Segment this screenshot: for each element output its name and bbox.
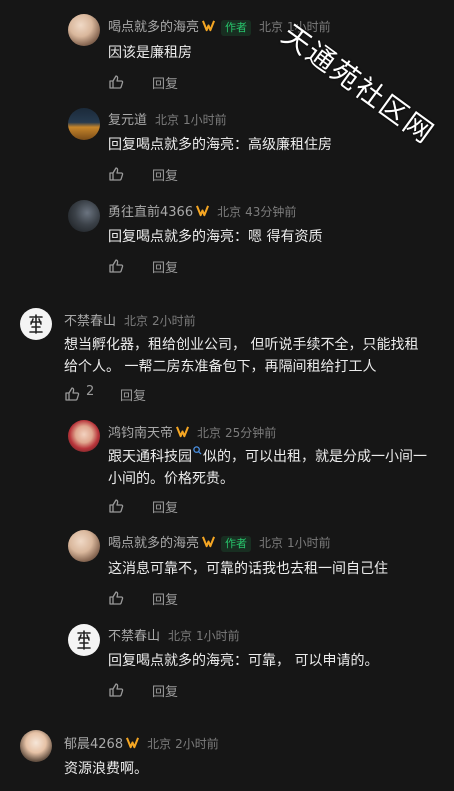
comment-text-line: 想当孵化器，租给创业公司， 但听说手续不全，只能找租 xyxy=(64,337,419,353)
timestamp: 2小时前 xyxy=(175,737,219,751)
location: 北京 xyxy=(124,314,149,328)
comment-text: 回复喝点就多的海亮：可靠， 可以申请的。 xyxy=(108,653,379,669)
comment-actions: 回复 xyxy=(108,590,208,608)
reply-comment: 勇往直前4366 北京 43分钟前 回复喝点就多的海亮：嗯 得有资质 回复 xyxy=(0,190,454,290)
avatar[interactable] xyxy=(68,530,100,562)
comment-header: 不禁春山 北京 2小时前 xyxy=(64,310,196,329)
thumbs-up-icon[interactable] xyxy=(108,74,124,90)
reply-button[interactable]: 回复 xyxy=(152,589,178,608)
timestamp: 1小时前 xyxy=(183,113,227,127)
avatar[interactable] xyxy=(20,308,52,340)
username[interactable]: 不禁春山 xyxy=(64,314,116,329)
location: 北京 xyxy=(259,20,284,34)
username[interactable]: 复元道 xyxy=(108,113,147,128)
thumbs-up-icon[interactable] xyxy=(108,258,124,274)
timestamp: 25分钟前 xyxy=(225,426,277,440)
avatar[interactable] xyxy=(68,200,100,232)
comment-header: 勇往直前4366 北京 43分钟前 xyxy=(108,201,296,220)
username[interactable]: 喝点就多的海亮 xyxy=(108,20,199,35)
timestamp: 2小时前 xyxy=(152,314,196,328)
reply-button[interactable]: 回复 xyxy=(152,73,178,92)
comment-text: 似的，可以出租，就是分成一小间一 xyxy=(203,449,427,465)
comment-text: 因该是廉租房 xyxy=(108,45,192,61)
comment-actions: 回复 xyxy=(108,166,208,184)
username[interactable]: 不禁春山 xyxy=(108,629,160,644)
comment-actions: 回复 xyxy=(108,682,208,700)
v-badge-icon xyxy=(202,536,216,548)
location: 北京 xyxy=(147,737,172,751)
thumbs-up-icon[interactable] xyxy=(108,498,124,514)
comment-actions: 2 回复 xyxy=(64,384,184,404)
location: 北京 xyxy=(197,426,222,440)
author-badge: 作者 xyxy=(221,536,252,552)
comment-header: 喝点就多的海亮 作者 北京 1小时前 xyxy=(108,532,331,552)
reply-button[interactable]: 回复 xyxy=(152,257,178,276)
reply-button[interactable]: 回复 xyxy=(120,385,146,404)
calligraphy-avatar-icon xyxy=(29,314,43,334)
thumbs-up-icon[interactable] xyxy=(64,386,80,402)
avatar[interactable] xyxy=(68,108,100,140)
reply-button[interactable]: 回复 xyxy=(152,165,178,184)
comment-text-line: 给个人。 一帮二房东准备包下，再隔间租给打工人 xyxy=(64,359,377,375)
like-count: 2 xyxy=(86,384,95,399)
location: 北京 xyxy=(217,205,242,219)
reply-button[interactable]: 回复 xyxy=(152,497,178,516)
comment-header: 郁晨4268 北京 2小时前 xyxy=(64,733,219,752)
reply-comment: 不禁春山 北京 1小时前 回复喝点就多的海亮：可靠， 可以申请的。 回复 xyxy=(0,620,454,710)
linked-term[interactable]: 跟天通科技园 xyxy=(108,449,192,465)
author-badge: 作者 xyxy=(221,20,252,36)
comment-actions: 回复 xyxy=(108,74,208,92)
calligraphy-avatar-icon xyxy=(77,630,91,650)
search-icon[interactable] xyxy=(193,446,202,455)
avatar[interactable] xyxy=(68,420,100,452)
comment-text-line: 跟天通科技园 似的，可以出租，就是分成一小间一 xyxy=(108,446,427,468)
username[interactable]: 勇往直前4366 xyxy=(108,205,193,220)
thumbs-up-icon[interactable] xyxy=(108,166,124,182)
comment: 不禁春山 北京 2小时前 想当孵化器，租给创业公司， 但听说手续不全，只能找租 给个… xyxy=(0,300,454,410)
v-badge-icon xyxy=(202,20,216,32)
reply-comment: 鸿钧南天帝 北京 25分钟前 跟天通科技园 似的，可以出租，就是分成一小间一 小间的。… xyxy=(0,410,454,520)
comment-header: 鸿钧南天帝 北京 25分钟前 xyxy=(108,422,276,441)
comment-text: 这消息可靠不，可靠的话我也去租一间自己住 xyxy=(108,561,388,577)
reply-comment: 喝点就多的海亮 作者 北京 1小时前 这消息可靠不，可靠的话我也去租一间自己住 回复 xyxy=(0,520,454,620)
comment-actions: 回复 xyxy=(108,498,208,516)
thumbs-up-icon[interactable] xyxy=(108,682,124,698)
username[interactable]: 喝点就多的海亮 xyxy=(108,536,199,551)
location: 北京 xyxy=(155,113,180,127)
comment-text: 回复喝点就多的海亮：嗯 得有资质 xyxy=(108,229,323,245)
timestamp: 1小时前 xyxy=(196,629,240,643)
thumbs-up-icon[interactable] xyxy=(108,590,124,606)
avatar[interactable] xyxy=(20,730,52,762)
timestamp: 1小时前 xyxy=(287,536,331,550)
v-badge-icon xyxy=(196,205,210,217)
v-badge-icon xyxy=(176,426,190,438)
comment-actions: 回复 xyxy=(108,258,208,276)
comment-text-line: 小间的。价格死贵。 xyxy=(108,471,234,487)
avatar[interactable] xyxy=(68,624,100,656)
comment-text: 资源浪费啊。 xyxy=(64,761,148,777)
v-badge-icon xyxy=(126,737,140,749)
username[interactable]: 郁晨4268 xyxy=(64,737,123,752)
comment-header: 不禁春山 北京 1小时前 xyxy=(108,625,240,644)
username[interactable]: 鸿钧南天帝 xyxy=(108,426,173,441)
comment-text: 回复喝点就多的海亮：高级廉租住房 xyxy=(108,137,332,153)
avatar[interactable] xyxy=(68,14,100,46)
location: 北京 xyxy=(259,536,284,550)
comment-header: 复元道 北京 1小时前 xyxy=(108,109,227,128)
reply-button[interactable]: 回复 xyxy=(152,681,178,700)
timestamp: 43分钟前 xyxy=(245,205,297,219)
location: 北京 xyxy=(168,629,193,643)
comment: 郁晨4268 北京 2小时前 资源浪费啊。 xyxy=(0,722,454,791)
